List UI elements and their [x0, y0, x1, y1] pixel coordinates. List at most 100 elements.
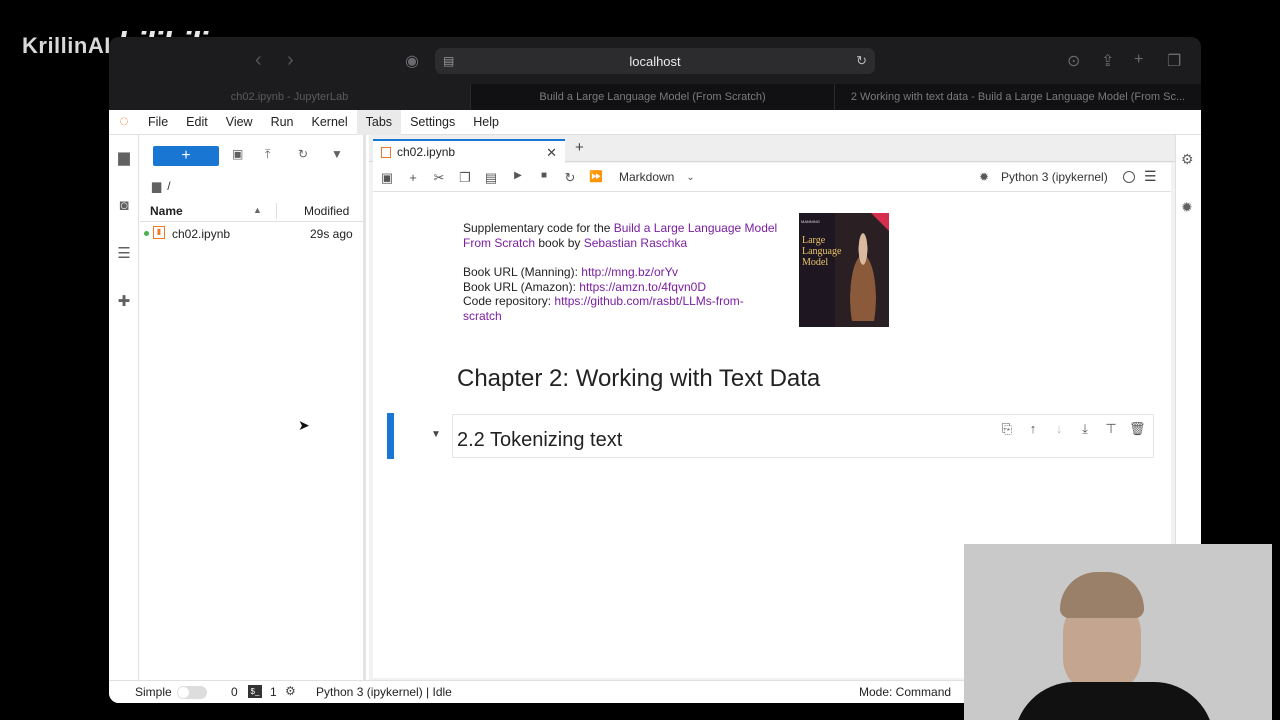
browser-tab-book[interactable]: Build a Large Language Model (From Scrat… — [471, 84, 835, 110]
toggle-knob — [178, 687, 189, 698]
property-inspector-icon[interactable]: ⚙ — [1181, 151, 1194, 168]
kernel-gear-icon: ⚙ — [285, 684, 296, 698]
presenter-shirt — [1014, 682, 1214, 720]
new-folder-icon[interactable]: ▣ — [232, 147, 243, 161]
insert-below-icon[interactable]: ⊤ — [1103, 421, 1119, 437]
sort-ascending-icon: ▲ — [253, 205, 262, 215]
running-icon[interactable]: ◙ — [116, 198, 132, 214]
debugger-icon[interactable]: ✹ — [979, 170, 989, 184]
intro-paragraph: Supplementary code for the Build a Large… — [463, 221, 793, 250]
move-down-icon[interactable]: ↓ — [1051, 421, 1067, 436]
page-settings-icon[interactable]: ▤ — [443, 54, 454, 68]
restart-icon[interactable]: ↻ — [562, 170, 578, 186]
book-urls: Book URL (Manning): http://mng.bz/orYv B… — [463, 265, 773, 323]
folder-icon: ▆ — [152, 179, 162, 193]
menu-icon[interactable]: ☰ — [1144, 168, 1157, 185]
left-sidebar-tabs: ▆ ◙ ☰ ✚ — [109, 135, 139, 680]
collapse-caret-icon[interactable]: ▼ — [431, 429, 441, 440]
duplicate-cell-icon[interactable]: ⎘ — [999, 421, 1015, 437]
new-tab-plus-icon[interactable]: + — [575, 139, 584, 156]
section-heading: 2.2 Tokenizing text — [457, 429, 623, 451]
menu-help[interactable]: Help — [464, 110, 508, 135]
run-all-icon[interactable]: ⏩ — [588, 170, 604, 183]
menu-edit[interactable]: Edit — [177, 110, 217, 135]
manning-link[interactable]: http://mng.bz/orYv — [581, 265, 678, 279]
file-list-header: Name ▲ Modified — [140, 200, 363, 222]
share-icon[interactable]: ⇪ — [1101, 51, 1114, 71]
file-name: ch02.ipynb — [172, 227, 231, 241]
intro-text: Supplementary code for the — [463, 221, 614, 235]
extension-icon[interactable]: ✚ — [116, 294, 132, 310]
insert-cell-icon[interactable]: + — [405, 170, 421, 185]
save-icon[interactable]: ▣ — [379, 170, 395, 186]
delete-icon[interactable]: 🗑 — [1129, 421, 1146, 437]
close-icon[interactable]: ✕ — [546, 145, 557, 161]
column-name[interactable]: Name — [150, 204, 183, 218]
kernels-count[interactable]: 1 — [270, 685, 277, 699]
cell-type-select[interactable]: Markdown ⌄ — [619, 170, 695, 184]
url-text: localhost — [629, 53, 681, 69]
intro-text: book by — [535, 235, 584, 250]
document-tab-bar: ch02.ipynb ✕ + — [369, 135, 1175, 163]
running-indicator — [144, 231, 149, 236]
forward-icon[interactable]: › — [287, 49, 294, 72]
cut-icon[interactable]: ✂ — [431, 170, 447, 186]
browser-toolbar: ‹ › ◉ ▤ localhost ↻ ⊙ ⇪ + ❐ — [109, 37, 1201, 84]
tab-overview-icon[interactable]: ❐ — [1167, 51, 1181, 71]
cover-spine — [799, 213, 835, 327]
menu-view[interactable]: View — [217, 110, 262, 135]
column-divider — [276, 203, 277, 219]
simple-mode-toggle[interactable] — [177, 686, 207, 699]
browser-tab-label: Build a Large Language Model (From Scrat… — [539, 91, 766, 103]
browser-tab-chapter[interactable]: 2 Working with text data - Build a Large… — [835, 84, 1201, 110]
repo-label: Code repository: — [463, 294, 555, 309]
amazon-link[interactable]: https://amzn.to/4fqvn0D — [579, 280, 706, 294]
terminals-count[interactable]: 0 — [231, 685, 238, 699]
file-browser: + ▣ ⤒ ↻ ▼ ▆ / Name ▲ Modified ▮ ch02.ipy… — [140, 135, 366, 680]
download-icon[interactable]: ⊙ — [1067, 51, 1080, 71]
notebook-toolbar: ▣ + ✂ ❐ ▤ ▶ ■ ↻ ⏩ Markdown ⌄ ✹ Python 3 … — [373, 163, 1171, 192]
presenter-hair — [1060, 572, 1144, 618]
watermark-brand: KrillinAI — [22, 32, 111, 58]
privacy-icon[interactable]: ◉ — [405, 51, 419, 71]
reload-icon[interactable]: ↻ — [856, 53, 867, 69]
url-bar[interactable]: ▤ localhost ↻ — [435, 48, 875, 74]
new-tab-icon[interactable]: + — [1134, 51, 1143, 69]
back-icon[interactable]: ‹ — [255, 49, 262, 72]
cover-figure — [843, 231, 883, 321]
filter-icon[interactable]: ▼ — [331, 147, 343, 161]
kernel-status-icon — [1123, 171, 1135, 183]
insert-above-icon[interactable]: ⤓ — [1077, 421, 1093, 437]
menu-tabs[interactable]: Tabs — [356, 109, 402, 135]
refresh-icon[interactable]: ↻ — [298, 147, 308, 161]
menu-settings[interactable]: Settings — [401, 110, 464, 135]
file-row[interactable]: ▮ ch02.ipynb 29s ago — [140, 223, 363, 245]
run-icon[interactable]: ▶ — [510, 170, 526, 181]
simple-mode-label: Simple — [135, 685, 172, 699]
debugger-bug-icon[interactable]: ✹ — [1181, 199, 1193, 216]
tab-ch02[interactable]: ch02.ipynb ✕ — [373, 139, 565, 163]
breadcrumb[interactable]: ▆ / — [152, 179, 171, 193]
stop-icon[interactable]: ■ — [536, 170, 552, 181]
new-launcher-button[interactable]: + — [153, 146, 219, 166]
table-of-contents-icon[interactable]: ☰ — [116, 246, 132, 262]
move-up-icon[interactable]: ↑ — [1025, 421, 1041, 436]
paste-icon[interactable]: ▤ — [483, 170, 499, 186]
kernel-status[interactable]: Python 3 (ipykernel) | Idle — [316, 685, 452, 699]
file-modified: 29s ago — [310, 227, 353, 241]
menu-kernel[interactable]: Kernel — [303, 110, 357, 135]
author-link[interactable]: Sebastian Raschka — [584, 236, 687, 250]
cell-type-value: Markdown — [619, 170, 675, 184]
browser-tab-label: ch02.ipynb - JupyterLab — [230, 91, 349, 103]
column-modified[interactable]: Modified — [304, 204, 349, 218]
amazon-label: Book URL (Amazon): — [463, 279, 580, 294]
menu-file[interactable]: File — [139, 110, 177, 135]
browser-tab-jupyter[interactable]: ch02.ipynb - JupyterLab — [109, 84, 471, 110]
copy-icon[interactable]: ❐ — [457, 170, 473, 186]
menu-run[interactable]: Run — [262, 110, 303, 135]
kernel-name[interactable]: Python 3 (ipykernel) — [1001, 170, 1108, 184]
folder-icon[interactable]: ▆ — [116, 150, 132, 166]
browser-tab-strip: ch02.ipynb - JupyterLab Build a Large La… — [109, 84, 1201, 110]
active-cell-indicator — [387, 413, 394, 459]
upload-icon[interactable]: ⤒ — [265, 147, 270, 162]
